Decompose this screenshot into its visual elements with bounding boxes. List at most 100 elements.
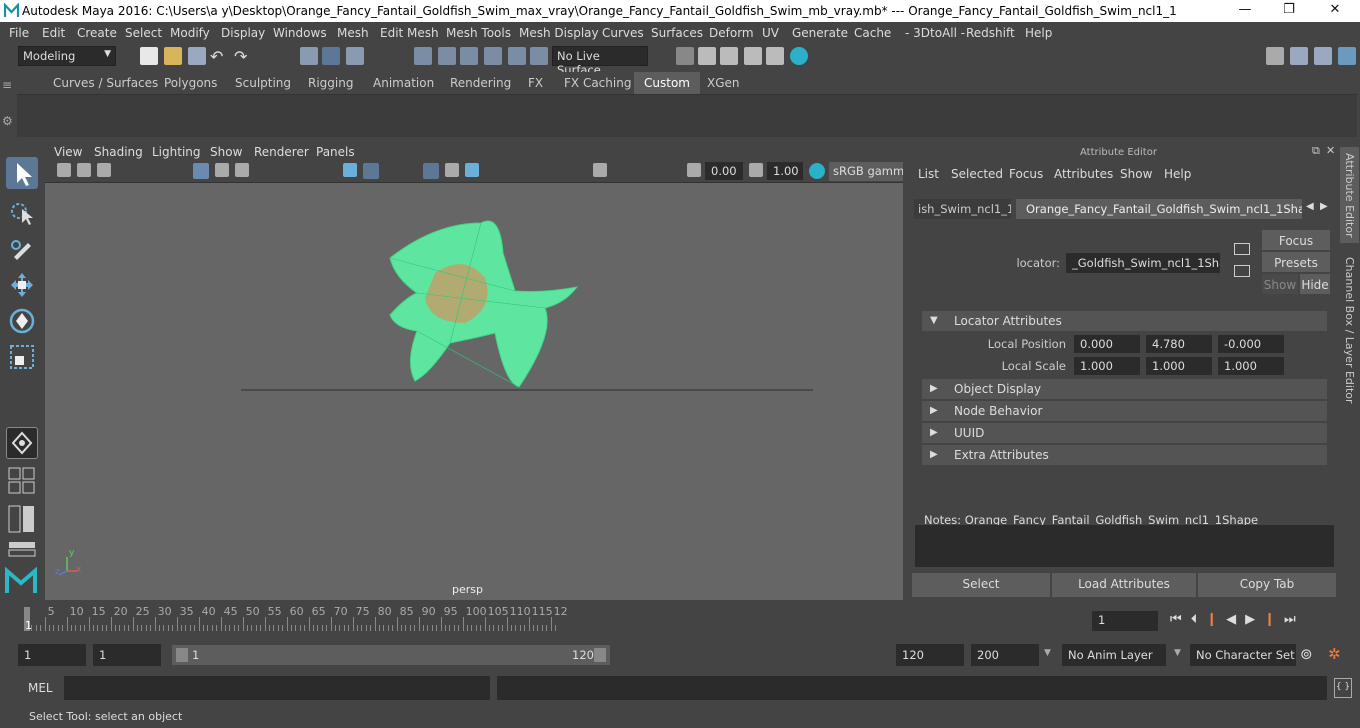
section-locator-attributes[interactable]: ▼ Locator Attributes: [922, 311, 1327, 331]
attr-menu-help[interactable]: Help: [1164, 167, 1191, 181]
local-position-z-field[interactable]: -0.000: [1218, 335, 1284, 353]
camera-attributes-icon[interactable]: [77, 163, 91, 177]
shelf-tab-xgen[interactable]: XGen: [697, 72, 750, 94]
start-time-field[interactable]: 1: [18, 644, 86, 666]
end-time-field[interactable]: 200: [971, 644, 1039, 666]
vp-menu-show[interactable]: Show: [210, 145, 242, 159]
select-tool-icon[interactable]: [6, 157, 38, 189]
chevron-down-icon[interactable]: ▼: [1174, 648, 1181, 658]
snap-point-icon[interactable]: [460, 47, 478, 65]
shelf-settings-gear-icon[interactable]: ⚙: [2, 114, 16, 128]
current-frame-field[interactable]: 1: [1092, 611, 1158, 631]
step-forward-key-icon[interactable]: ❙: [1264, 612, 1284, 627]
textured-icon[interactable]: [423, 163, 439, 179]
menu-help[interactable]: Help: [1025, 26, 1052, 40]
live-surface-field[interactable]: No Live Surface: [552, 46, 648, 77]
side-tab-channel-box[interactable]: Channel Box / Layer Editor: [1340, 251, 1359, 404]
shelf-tab-polygons[interactable]: Polygons: [154, 72, 227, 94]
lasso-tool-icon[interactable]: [6, 197, 38, 229]
channel-box-toggle-icon[interactable]: [1338, 47, 1356, 65]
chevron-down-icon[interactable]: ▼: [1044, 648, 1051, 658]
range-slider[interactable]: 1 120: [172, 645, 610, 665]
load-attributes-button[interactable]: Load Attributes: [1052, 573, 1196, 597]
close-panel-icon[interactable]: ✕: [1326, 144, 1335, 157]
menu-windows[interactable]: Windows: [273, 26, 327, 40]
menu-deform[interactable]: Deform: [709, 26, 754, 40]
auto-key-icon[interactable]: ⊚: [1300, 645, 1320, 665]
script-language-label[interactable]: MEL: [28, 681, 53, 695]
snap-curve-icon[interactable]: [438, 47, 456, 65]
menu-file[interactable]: File: [9, 26, 29, 40]
menu-edit[interactable]: Edit: [42, 26, 65, 40]
menu-curves[interactable]: Curves: [602, 26, 644, 40]
vp-menu-shading[interactable]: Shading: [94, 145, 143, 159]
exposure-icon[interactable]: [687, 163, 701, 177]
modeling-toolkit-icon[interactable]: [1266, 47, 1284, 65]
tab-scroll-right-icon[interactable]: ▶: [1320, 201, 1328, 212]
menu-cache[interactable]: Cache: [854, 26, 891, 40]
snap-surface-icon[interactable]: [508, 47, 526, 65]
render-view-icon[interactable]: [766, 47, 784, 65]
menu-3dtoall[interactable]: - 3DtoAll -: [905, 26, 965, 40]
shelf-tab-sculpting[interactable]: Sculpting: [225, 72, 301, 94]
single-perspective-layout-icon[interactable]: [6, 427, 38, 459]
minimize-button[interactable]: —: [1222, 2, 1268, 20]
attr-menu-focus[interactable]: Focus: [1009, 167, 1043, 181]
shelf-tab-custom[interactable]: Custom: [634, 72, 700, 94]
snap-view-icon[interactable]: [484, 47, 502, 65]
vp-menu-view[interactable]: View: [54, 145, 82, 159]
save-scene-icon[interactable]: [188, 47, 206, 65]
go-to-output-icon[interactable]: [1234, 265, 1250, 277]
tab-scroll-left-icon[interactable]: ◀: [1306, 201, 1314, 212]
range-end-handle[interactable]: [594, 648, 606, 662]
goldfish-mesh[interactable]: [389, 220, 579, 388]
command-input[interactable]: [64, 676, 490, 700]
go-to-end-icon[interactable]: ⏭: [1284, 612, 1305, 627]
vp-menu-renderer[interactable]: Renderer: [254, 145, 309, 159]
menu-mesh[interactable]: Mesh: [337, 26, 369, 40]
step-back-key-icon[interactable]: ❙: [1206, 612, 1226, 627]
move-tool-icon[interactable]: [6, 269, 38, 301]
select-hierarchy-icon[interactable]: [300, 47, 318, 65]
shelf-tab-rigging[interactable]: Rigging: [298, 72, 363, 94]
open-scene-icon[interactable]: [164, 47, 182, 65]
isolate-select-icon[interactable]: [593, 163, 607, 177]
hypershade-icon[interactable]: [790, 47, 808, 65]
redo-icon[interactable]: ↷: [234, 47, 252, 66]
side-tab-attribute-editor[interactable]: Attribute Editor: [1340, 147, 1359, 243]
vp-menu-panels[interactable]: Panels: [316, 145, 355, 159]
attribute-editor-toggle-icon[interactable]: [1290, 47, 1308, 65]
shelf-tab-rendering[interactable]: Rendering: [440, 72, 521, 94]
local-scale-y-field[interactable]: 1.000: [1146, 357, 1212, 375]
focus-button[interactable]: Focus: [1262, 230, 1330, 250]
select-button[interactable]: Select: [912, 573, 1050, 597]
menu-edit-mesh[interactable]: Edit Mesh: [380, 26, 439, 40]
playback-settings-icon[interactable]: ✲: [1328, 645, 1348, 665]
ipr-render-icon[interactable]: [744, 47, 762, 65]
shelf-tab-animation[interactable]: Animation: [363, 72, 444, 94]
local-position-x-field[interactable]: 0.000: [1074, 335, 1140, 353]
range-start-handle[interactable]: [176, 648, 188, 662]
shelf-tab-fx-caching[interactable]: FX Caching: [554, 72, 641, 94]
menu-modify[interactable]: Modify: [170, 26, 210, 40]
go-to-start-icon[interactable]: ⏮: [1170, 612, 1191, 627]
camera-icon[interactable]: [57, 163, 71, 177]
local-position-y-field[interactable]: 4.780: [1146, 335, 1212, 353]
attr-menu-show[interactable]: Show: [1120, 167, 1152, 181]
section-object-display[interactable]: ▶ Object Display: [922, 379, 1327, 399]
menu-mesh-display[interactable]: Mesh Display: [519, 26, 599, 40]
render-frame-icon[interactable]: [720, 47, 738, 65]
copy-tab-button[interactable]: Copy Tab: [1198, 573, 1336, 597]
film-gate-icon[interactable]: [215, 163, 229, 177]
colorspace-dropdown[interactable]: sRGB gamma: [829, 162, 903, 181]
snap-grid-icon[interactable]: [414, 47, 432, 65]
menu-display[interactable]: Display: [221, 26, 265, 40]
shadows-icon[interactable]: [465, 163, 479, 177]
outliner-layout-icon[interactable]: [8, 505, 36, 533]
script-editor-icon[interactable]: { }: [1334, 678, 1352, 698]
play-backward-icon[interactable]: ◀: [1226, 612, 1245, 627]
perspective-viewport[interactable]: y x z: [45, 183, 903, 600]
tool-settings-toggle-icon[interactable]: [1314, 47, 1332, 65]
show-button[interactable]: Show: [1262, 274, 1298, 294]
menu-generate[interactable]: Generate: [792, 26, 848, 40]
